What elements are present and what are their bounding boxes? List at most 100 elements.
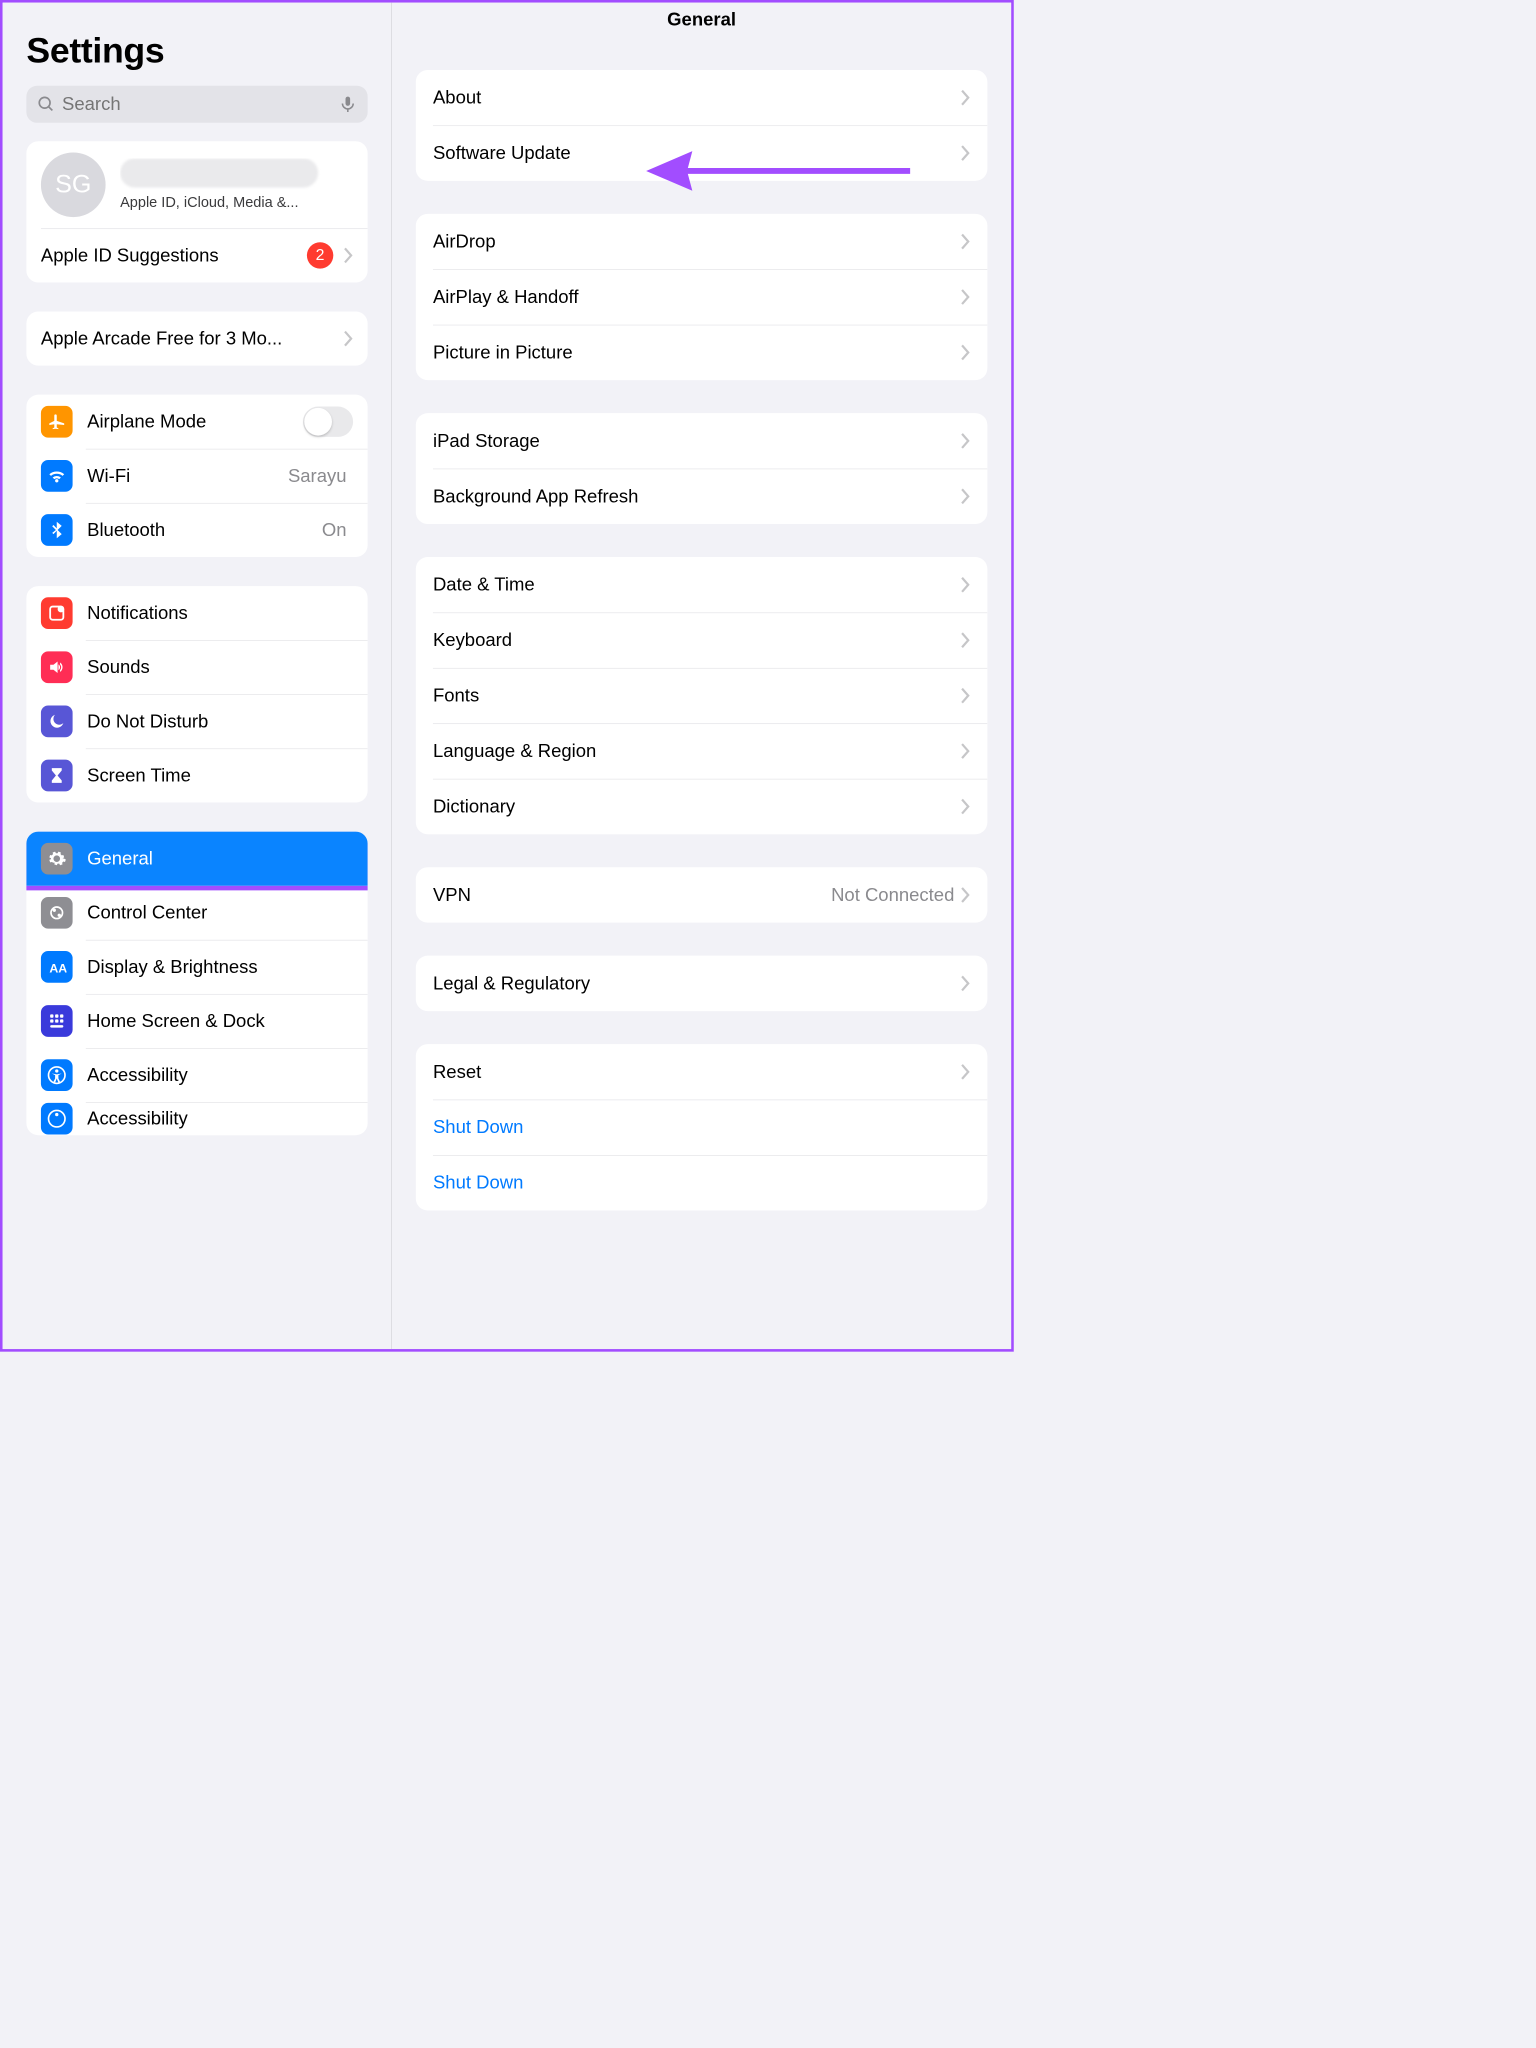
chevron-right-icon [961,799,970,815]
row-software-update[interactable]: Software Update [416,125,988,180]
settings-sidebar: Settings SG Apple ID, iCloud, Media &...… [3,3,392,1349]
row-label: AirDrop [433,231,961,252]
chevron-right-icon [961,433,970,449]
chevron-right-icon [344,248,353,264]
settings-group: AirDrop AirPlay & Handoff Picture in Pictu… [416,214,988,380]
row-label: Wi-Fi [87,465,288,486]
sidebar-item-airplane-mode[interactable]: Airplane Mode [26,395,367,449]
gear-icon [41,843,73,875]
row-vpn[interactable]: VPNNot Connected [416,867,988,922]
row-date-time[interactable]: Date & Time [416,557,988,612]
row-label: Control Center [87,902,353,923]
search-input[interactable] [62,94,339,115]
row-keyboard[interactable]: Keyboard [416,612,988,667]
row-background-app-refresh[interactable]: Background App Refresh [416,469,988,524]
sidebar-item-display-brightness[interactable]: AA Display & Brightness [26,940,367,994]
row-label: Apple ID Suggestions [41,245,307,266]
home-screen-icon [41,1005,73,1037]
sidebar-item-sounds[interactable]: Sounds [26,640,367,694]
sidebar-item-do-not-disturb[interactable]: Do Not Disturb [26,694,367,748]
row-label: Airplane Mode [87,411,303,432]
row-label: Notifications [87,603,353,624]
search-icon [37,95,55,113]
hourglass-icon [41,760,73,792]
settings-group: Reset Shut Down Shut Down [416,1044,988,1210]
row-label: Software Update [433,143,961,164]
row-language-region[interactable]: Language & Region [416,723,988,778]
row-label: Sounds [87,657,353,678]
row-label: Accessibility [87,1065,353,1086]
promo-card: Apple Arcade Free for 3 Mo... [26,312,367,366]
row-airplay-handoff[interactable]: AirPlay & Handoff [416,269,988,324]
row-label: Shut Down [433,1117,970,1138]
row-about[interactable]: About [416,70,988,125]
row-label: Background App Refresh [433,486,961,507]
chevron-right-icon [961,632,970,648]
row-label: Accessibility [87,1108,353,1129]
apple-id-row[interactable]: SG Apple ID, iCloud, Media &... [26,141,367,228]
row-shut-down[interactable]: Shut Down [416,1155,988,1210]
sidebar-item-bluetooth[interactable]: Bluetooth On [26,503,367,557]
notifications-icon [41,597,73,629]
row-label: Apple Arcade Free for 3 Mo... [41,328,344,349]
connectivity-group: Airplane Mode Wi-Fi Sarayu Bluetooth On [26,395,367,557]
row-ipad-storage[interactable]: iPad Storage [416,413,988,468]
notifications-group: Notifications Sounds Do Not Disturb Scre… [26,586,367,802]
chevron-right-icon [961,1064,970,1080]
row-label: About [433,87,961,108]
bluetooth-icon [41,514,73,546]
sidebar-item-accessibility-dup[interactable]: Accessibility [26,1102,367,1135]
accessibility-icon [41,1103,73,1135]
row-label: Date & Time [433,574,961,595]
row-label: Home Screen & Dock [87,1010,353,1031]
row-value: Not Connected [831,884,954,905]
row-airdrop[interactable]: AirDrop [416,214,988,269]
chevron-right-icon [961,488,970,504]
detail-title: General [416,3,988,70]
row-fonts[interactable]: Fonts [416,668,988,723]
chevron-right-icon [344,331,353,347]
sidebar-item-accessibility[interactable]: Accessibility [26,1048,367,1102]
settings-group: About Software Update [416,70,988,181]
sidebar-item-wifi[interactable]: Wi-Fi Sarayu [26,449,367,503]
row-shut-down[interactable]: Shut Down [416,1100,988,1155]
settings-group: Legal & Regulatory [416,956,988,1011]
chevron-right-icon [961,145,970,161]
row-label: Bluetooth [87,519,322,540]
chevron-right-icon [961,743,970,759]
control-center-icon [41,897,73,929]
row-label: Picture in Picture [433,342,961,363]
row-label: Keyboard [433,630,961,651]
row-dictionary[interactable]: Dictionary [416,779,988,834]
settings-group: iPad Storage Background App Refresh [416,413,988,524]
row-label: Do Not Disturb [87,711,353,732]
moon-icon [41,706,73,738]
row-label: Screen Time [87,765,353,786]
row-label: VPN [433,884,831,905]
row-label: AirPlay & Handoff [433,286,961,307]
sidebar-item-home-screen-dock[interactable]: Home Screen & Dock [26,994,367,1048]
system-group: General Control Center AA Display & Brig… [26,832,367,1136]
detail-pane: General About Software Update AirDrop AirPl… [392,3,1011,1349]
apple-arcade-promo-row[interactable]: Apple Arcade Free for 3 Mo... [26,312,367,366]
airplane-toggle[interactable] [303,407,353,437]
bluetooth-value: On [322,519,347,540]
sidebar-item-screen-time[interactable]: Screen Time [26,748,367,802]
chevron-right-icon [961,688,970,704]
sidebar-item-control-center[interactable]: Control Center [26,886,367,940]
row-reset[interactable]: Reset [416,1044,988,1099]
sidebar-item-general[interactable]: General [26,832,367,886]
chevron-right-icon [961,887,970,903]
apple-id-suggestions-row[interactable]: Apple ID Suggestions 2 [26,228,367,282]
row-label: Display & Brightness [87,956,353,977]
row-picture-in-picture[interactable]: Picture in Picture [416,325,988,380]
sounds-icon [41,651,73,683]
profile-card: SG Apple ID, iCloud, Media &... Apple ID… [26,141,367,282]
sidebar-item-notifications[interactable]: Notifications [26,586,367,640]
row-legal-regulatory[interactable]: Legal & Regulatory [416,956,988,1011]
profile-name-redacted [120,158,318,187]
page-title: Settings [26,30,367,71]
microphone-icon[interactable] [339,95,357,113]
display-icon: AA [41,951,73,983]
search-box[interactable] [26,86,367,123]
